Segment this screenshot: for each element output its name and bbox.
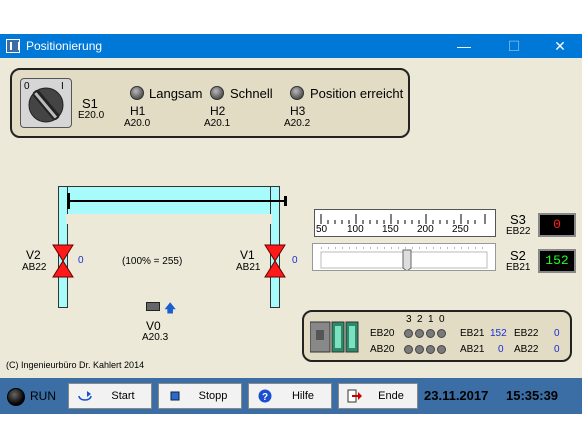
scale-tick-50: 50 [316,224,328,235]
title-bar: Positionierung — ☐ ✕ [0,34,582,58]
start-label: Start [111,390,135,402]
date-display: 23.11.2017 [424,388,489,403]
position-scale: 50 100 150 200 250 [314,209,496,237]
bit-label-2: 2 [417,314,423,325]
stopp-label: Stopp [198,390,228,402]
valve-v2-address: AB22 [22,262,47,273]
ab20-led-3 [404,345,413,354]
eb21-label: EB21 [460,328,485,339]
switch-address: E20.0 [78,110,105,121]
eb22-value: 0 [554,328,560,339]
bit-label-1: 1 [428,314,434,325]
s3-display: 0 [538,213,576,237]
minimize-button[interactable]: — [450,36,478,56]
eb20-led-0 [437,329,446,338]
status-bar: RUN Start Stopp ? Hilfe Ende 23.11.2017 … [0,378,582,414]
ab20-led-2 [415,345,424,354]
hilfe-button[interactable]: ? Hilfe [248,383,332,409]
app-window: Positionierung — ☐ ✕ 0 I S1 E20.0 Langsa… [0,34,582,414]
lamp-h2-address: A20.1 [204,118,231,129]
valve-v1-icon[interactable] [264,244,286,278]
ab20-led-1 [426,345,435,354]
ab22-label: AB22 [514,344,539,355]
app-icon [6,39,20,53]
main-content: 0 I S1 E20.0 Langsam H1 A20.0 Schnell H2… [0,58,582,414]
scale-tick-200: 200 [417,224,434,235]
rod-end [284,196,287,206]
pipe-gap [66,214,272,224]
run-indicator-icon [7,388,25,406]
ende-label: Ende [378,390,404,402]
valve-v2-name: V2 [26,248,41,262]
lamp-h3-name: H3 [290,104,306,118]
lamp-h3-label: Position erreicht [310,86,404,101]
ab21-label: AB21 [460,344,485,355]
start-button[interactable]: Start [68,383,152,409]
valve-v1-address: AB21 [236,262,261,273]
hilfe-label: Hilfe [291,390,314,402]
io-panel: 3 2 1 0 EB20 AB20 EB21 152 EB22 0 AB21 0… [302,310,572,362]
run-label: RUN [30,389,56,403]
valve-v2-icon[interactable] [52,244,74,278]
sensor-v0 [146,302,160,311]
scale-tick-100: 100 [347,224,364,235]
valve-v1-value: 0 [292,255,298,266]
arrow-up-icon: 🡅 [164,301,177,315]
ende-button[interactable]: Ende [338,383,418,409]
ab20-label: AB20 [370,344,395,355]
lamp-h2-name: H2 [210,104,226,118]
s3-address: EB22 [506,226,531,237]
position-slider[interactable] [312,243,496,271]
rotary-switch-s1[interactable]: 0 I [20,78,72,128]
eb20-led-1 [426,329,435,338]
lamp-h1-name: H1 [130,104,146,118]
lamp-h3-address: A20.2 [284,118,311,129]
sensor-v0-address: A20.3 [142,332,169,343]
eb20-label: EB20 [370,328,395,339]
eb20-led-2 [415,329,424,338]
percent-note: (100% = 255) [122,256,183,267]
lamp-h2-label: Schnell [230,86,273,101]
s2-name: S2 [510,248,526,263]
stopp-button[interactable]: Stopp [158,383,242,409]
piston-rod [68,200,286,202]
time-display: 15:35:39 [506,388,559,403]
valve-v2-value: 0 [78,255,84,266]
sensor-v0-name: V0 [146,319,161,333]
plc-module-icon [310,321,359,353]
ab21-value: 0 [498,344,504,355]
scale-tick-250: 250 [452,224,469,235]
ab20-led-0 [437,345,446,354]
rotary-knob-icon [28,87,64,123]
bit-label-3: 3 [406,314,412,325]
s3-name: S3 [510,212,526,227]
close-button[interactable]: ✕ [546,36,574,56]
ab22-value: 0 [554,344,560,355]
scale-tick-150: 150 [382,224,399,235]
piston-head [67,193,70,209]
copyright-text: (C) Ingenieurbüro Dr. Kahlert 2014 [6,360,145,370]
s2-display: 152 [538,249,576,273]
lamp-h3 [290,86,304,100]
eb20-led-3 [404,329,413,338]
maximize-button[interactable]: ☐ [500,36,528,56]
control-panel: 0 I S1 E20.0 Langsam H1 A20.0 Schnell H2… [10,68,410,138]
window-title: Positionierung [26,39,103,53]
eb22-label: EB22 [514,328,539,339]
slider-track [320,247,488,270]
s2-address: EB21 [506,262,531,273]
lamp-h1-label: Langsam [149,86,203,101]
valve-v1-name: V1 [240,248,255,262]
lamp-h1-address: A20.0 [124,118,151,129]
lamp-h1 [130,86,144,100]
bit-label-0: 0 [439,314,445,325]
eb21-value: 152 [490,328,507,339]
switch-name: S1 [82,96,98,111]
lamp-h2 [210,86,224,100]
